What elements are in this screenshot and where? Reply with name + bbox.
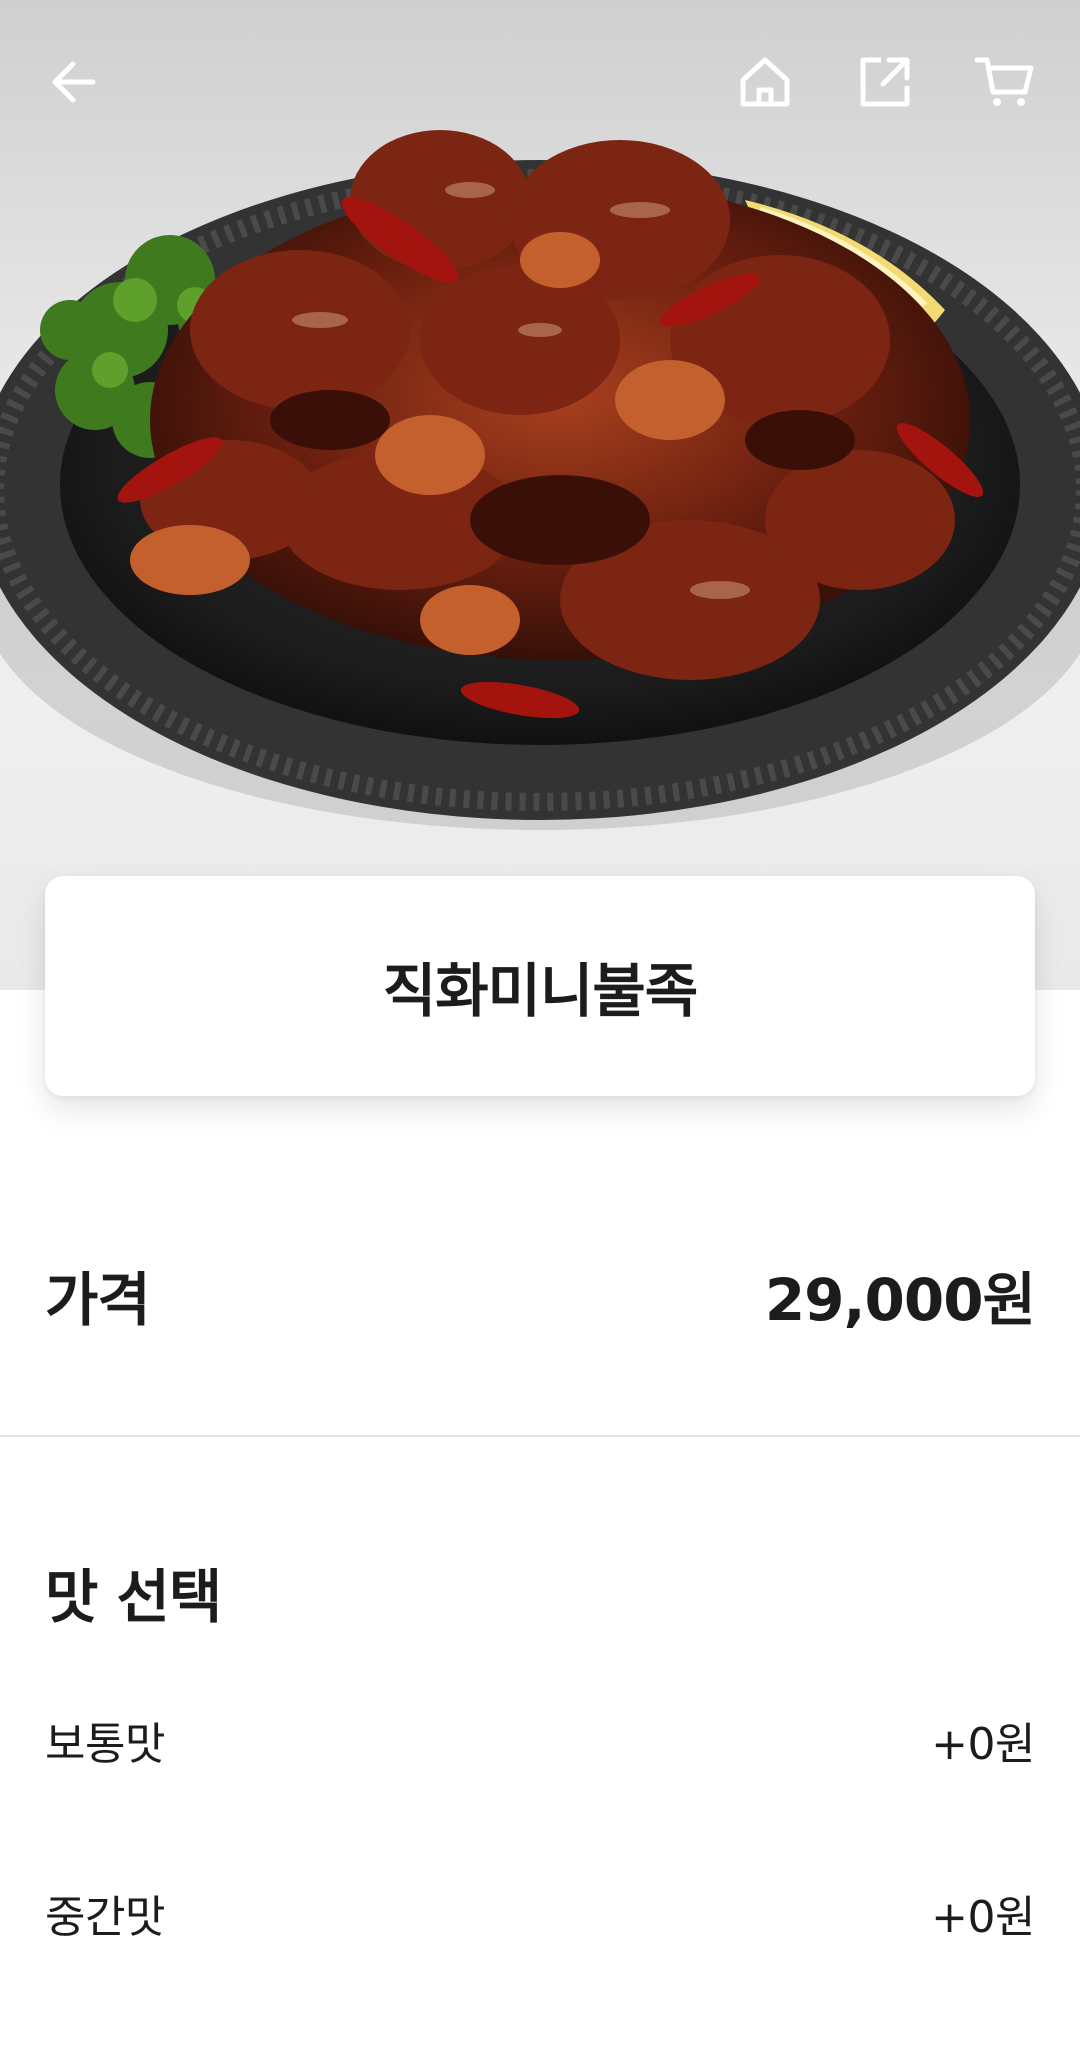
- product-title-card: 직화미니불족: [45, 876, 1035, 1096]
- flavor-option[interactable]: 보통맛 +0원: [45, 1705, 1035, 1775]
- divider: [0, 1435, 1080, 1437]
- option-price: +0원: [931, 1892, 1035, 1943]
- share-button[interactable]: [843, 40, 927, 124]
- back-arrow-icon: [52, 61, 96, 103]
- price-label: 가격: [45, 1266, 151, 1334]
- cart-button[interactable]: [963, 40, 1047, 124]
- back-button[interactable]: [33, 40, 117, 124]
- option-name: 보통맛: [45, 1719, 165, 1770]
- flavor-section-title: 맛 선택: [45, 1563, 222, 1631]
- home-icon: [740, 57, 790, 107]
- option-name: 중간맛: [45, 1892, 165, 1943]
- option-price: +0원: [931, 1719, 1035, 1770]
- cart-icon: [974, 57, 1034, 106]
- price-value: 29,000원: [764, 1266, 1036, 1334]
- home-button[interactable]: [723, 40, 807, 124]
- flavor-option[interactable]: 중간맛 +0원: [45, 1878, 1035, 1948]
- product-name: 직화미니불족: [382, 957, 698, 1025]
- top-navigation-bar: [0, 0, 1080, 165]
- share-icon: [860, 57, 910, 107]
- price-row: 가격 29,000원: [45, 1250, 1036, 1340]
